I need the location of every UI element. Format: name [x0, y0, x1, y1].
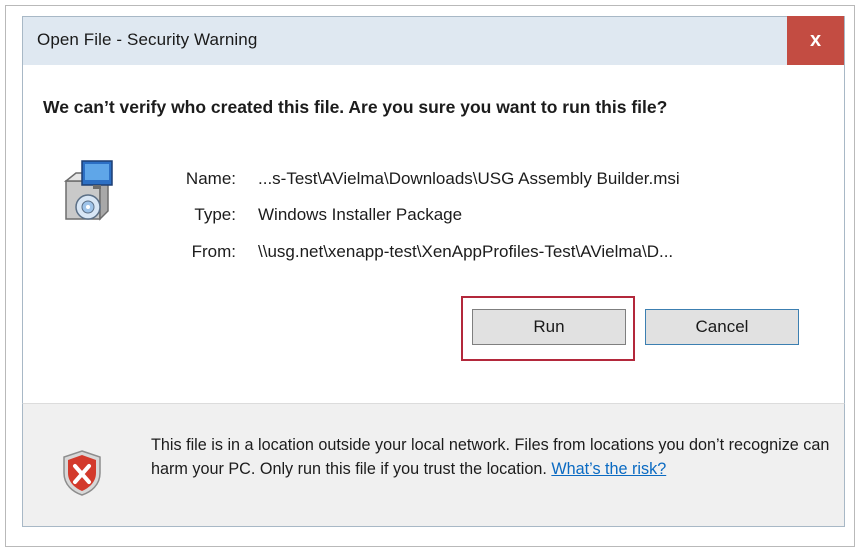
content-bottom-spacer: [22, 385, 845, 403]
name-value: ...s-Test\AVielma\Downloads\USG Assembly…: [258, 169, 680, 188]
warning-text: This file is in a location outside your …: [151, 436, 830, 478]
whats-the-risk-link[interactable]: What’s the risk?: [551, 460, 666, 478]
from-value: \\usg.net\xenapp-test\XenAppProfiles-Tes…: [258, 242, 674, 261]
name-label: Name:: [185, 169, 236, 188]
close-icon: x: [809, 28, 822, 51]
from-label: From:: [191, 242, 236, 261]
close-button[interactable]: x: [787, 16, 844, 66]
window-title: Open File - Security Warning: [37, 30, 258, 49]
installer-package-icon: [63, 160, 113, 221]
title-bar: Open File - Security Warning x: [22, 16, 845, 66]
warning-message: This file is in a location outside your …: [151, 433, 831, 481]
warning-headline: We can’t verify who created this file. A…: [43, 97, 668, 117]
security-shield-error-icon: [63, 450, 101, 496]
type-label: Type:: [194, 205, 236, 224]
type-value: Windows Installer Package: [258, 205, 463, 224]
run-button[interactable]: Run: [472, 309, 626, 345]
cancel-button[interactable]: Cancel: [645, 309, 799, 345]
